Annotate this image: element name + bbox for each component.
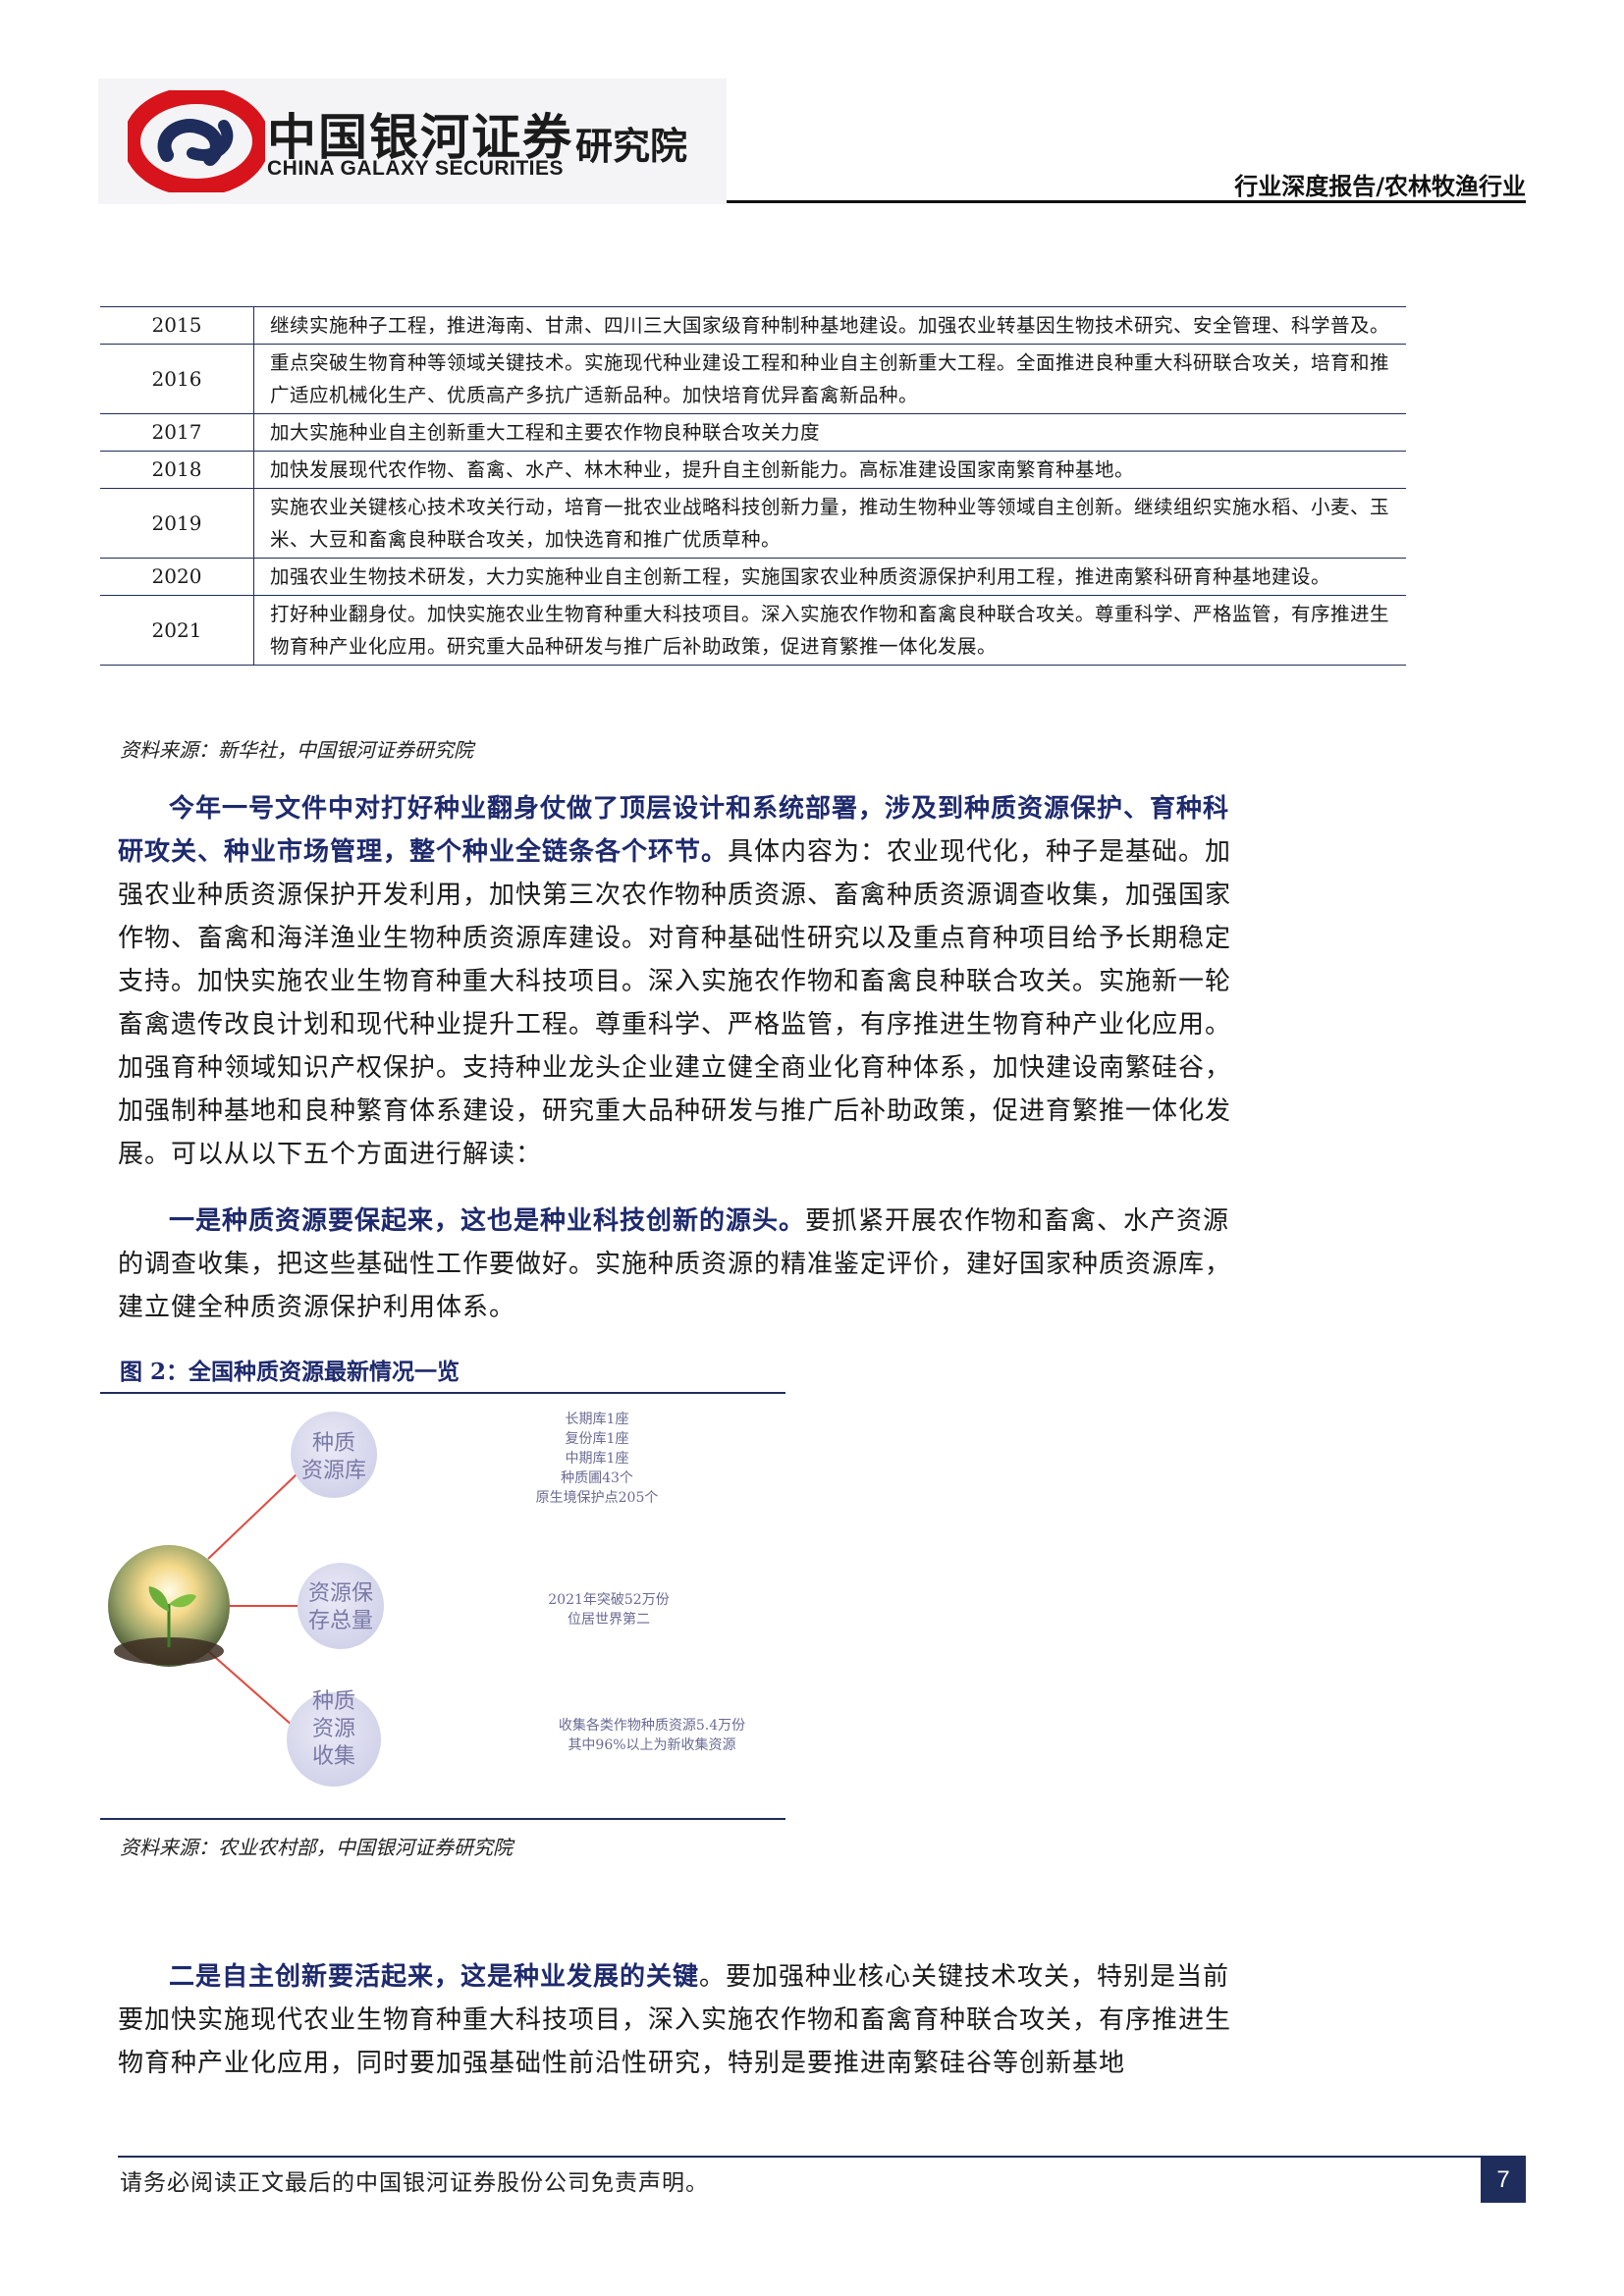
bubble-germplasm-bank: 种质 资源库 [291,1412,377,1498]
table-row: 2018 加快发展现代农作物、畜禽、水产、林木种业，提升自主创新能力。高标准建设… [100,451,1406,489]
figure-note: 原生境保护点205个 [536,1490,659,1506]
germplasm-figure: 种质 资源库 资源保 存总量 种质 资源 收集 长期库1座 复份库1座 中期库1… [108,1412,745,1787]
figure-title: 图 2：全国种质资源最新情况一览 [120,1359,460,1385]
table-cell-year: 2021 [100,595,254,666]
bubble-label: 资源 [312,1717,355,1741]
table-row: 2019 实施农业关键核心技术攻关行动，培育一批农业战略科技创新力量，推动生物种… [100,488,1406,559]
bubble-label: 资源保 [308,1581,373,1606]
figure-note: 收集各类作物种质资源5.4万份 [559,1717,745,1734]
brand-institute: 研究院 [575,125,688,168]
paragraph-lead-bold: 二是自主创新要活起来，这是种业发展的关键 [169,1962,700,1992]
bubble-label: 资源库 [301,1459,366,1483]
table-row: 2021 打好种业翻身仗。加快实施农业生物育种重大科技项目。深入实施农作物和畜禽… [100,595,1406,666]
bubble-label: 收集 [312,1744,355,1769]
table-row: 2020 加强农业生物技术研发，大力实施种业自主创新工程，实施国家农业种质资源保… [100,558,1406,596]
footer-divider [118,2156,1526,2158]
table-source-note: 资料来源：新华社，中国银河证券研究院 [120,738,473,762]
notes-total-storage: 2021年突破52万份 位居世界第二 [548,1592,669,1628]
seedling-image [108,1545,230,1667]
table-cell-text: 继续实施种子工程，推进海南、甘肃、四川三大国家级育种制种基地建设。加强农业转基因… [253,306,1406,345]
bubble-label: 存总量 [308,1609,373,1633]
report-type: 行业深度报告/农林牧渔行业 [1234,173,1526,200]
body-paragraph-2: 一是种质资源要保起来，这也是种业科技创新的源头。要抓紧开展农作物和畜禽、水产资源… [118,1200,1237,1329]
connector-line [207,1650,294,1727]
table-cell-text: 重点突破生物育种等领域关键技术。实施现代种业建设工程和种业自主创新重大工程。全面… [253,344,1406,414]
footer-disclaimer: 请务必阅读正文最后的中国银河证券股份公司免责声明。 [120,2170,709,2196]
figure-note: 位居世界第二 [568,1611,650,1628]
table-cell-year: 2015 [100,306,254,345]
table-cell-text: 加快发展现代农作物、畜禽、水产、林木种业，提升自主创新能力。高标准建设国家南繁育… [253,451,1406,489]
table-cell-year: 2019 [100,488,254,559]
figure-note: 长期库1座 [566,1412,629,1427]
notes-germplasm-bank: 长期库1座 复份库1座 中期库1座 种质圃43个 原生境保护点205个 [536,1412,659,1506]
figure-note: 种质圃43个 [561,1470,633,1486]
table-row: 2015 继续实施种子工程，推进海南、甘肃、四川三大国家级育种制种基地建设。加强… [100,306,1406,345]
table-cell-year: 2016 [100,344,254,414]
bubble-germplasm-collection: 种质 资源 收集 [287,1689,381,1787]
table-row: 2017 加大实施种业自主创新重大工程和主要农作物良种联合攻关力度 [100,413,1406,452]
figure-note: 复份库1座 [566,1430,629,1447]
body-paragraph-1: 今年一号文件中对打好种业翻身仗做了顶层设计和系统部署，涉及到种质资源保护、育种科… [118,787,1237,1176]
header-divider [727,200,1526,203]
policy-table: 2015 继续实施种子工程，推进海南、甘肃、四川三大国家级育种制种基地建设。加强… [100,306,1406,666]
body-paragraph-3: 二是自主创新要活起来，这是种业发展的关键。要加强种业核心关键技术攻关，特别是当前… [118,1955,1237,2085]
figure-source-note: 资料来源：农业农村部，中国银河证券研究院 [120,1836,513,1859]
galaxy-logo-icon [128,90,265,192]
table-cell-text: 加大实施种业自主创新重大工程和主要农作物良种联合攻关力度 [253,413,1406,452]
table-cell-year: 2017 [100,413,254,452]
paragraph-text: 具体内容为：农业现代化，种子是基础。加强农业种质资源保护开发利用，加快第三次农作… [118,837,1232,1169]
connector-line [207,1473,298,1560]
table-cell-text: 打好种业翻身仗。加快实施农业生物育种重大科技项目。深入实施农作物和畜禽良种联合攻… [253,595,1406,666]
table-row: 2016 重点突破生物育种等领域关键技术。实施现代种业建设工程和种业自主创新重大… [100,344,1406,414]
page-number: 7 [1481,2158,1526,2203]
figure-note: 其中96%以上为新收集资源 [568,1736,735,1753]
table-cell-text: 实施农业关键核心技术攻关行动，培育一批农业战略科技创新力量，推动生物种业等领域自… [253,488,1406,559]
table-cell-year: 2020 [100,558,254,596]
figure-divider-bottom [100,1818,785,1820]
brand-name-en: CHINA GALAXY SECURITIES [267,157,565,180]
notes-germplasm-collection: 收集各类作物种质资源5.4万份 其中96%以上为新收集资源 [559,1717,745,1753]
table-cell-year: 2018 [100,451,254,489]
paragraph-lead-bold: 一是种质资源要保起来，这也是种业科技创新的源头。 [169,1206,806,1236]
bubble-label: 种质 [312,1431,355,1456]
figure-note: 2021年突破52万份 [548,1592,669,1608]
bubble-total-storage: 资源保 存总量 [298,1563,384,1649]
bubble-label: 种质 [312,1689,355,1714]
figure-note: 中期库1座 [566,1451,629,1467]
table-cell-text: 加强农业生物技术研发，大力实施种业自主创新工程，实施国家农业种质资源保护利用工程… [253,558,1406,596]
